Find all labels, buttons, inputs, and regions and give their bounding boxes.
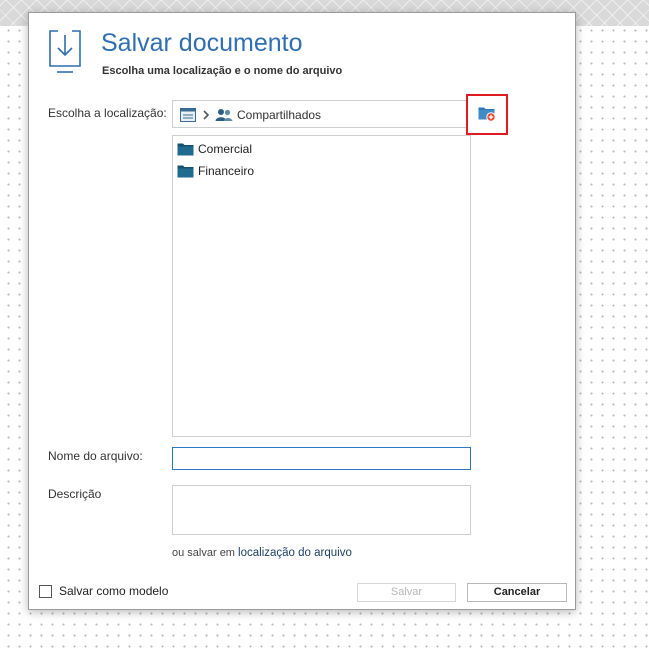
folder-list[interactable]: Comercial Financeiro (172, 135, 471, 437)
folder-item-comercial[interactable]: Comercial (176, 139, 461, 159)
download-tray-icon (49, 30, 81, 73)
location-breadcrumb: Compartilhados (172, 100, 469, 128)
chevron-right-icon (203, 110, 210, 120)
description-label: Descrição (48, 487, 102, 501)
dialog-subtitle: Escolha uma localização e o nome do arqu… (102, 65, 343, 77)
folder-item-label: Financeiro (198, 164, 255, 178)
folder-item-label: Comercial (198, 142, 253, 156)
new-folder-button[interactable] (466, 94, 508, 135)
filename-label: Nome do arquivo: (48, 449, 143, 463)
location-label: Escolha a localização: (48, 106, 167, 120)
folder-icon (177, 143, 194, 156)
folder-item-financeiro[interactable]: Financeiro (176, 161, 461, 181)
folder-icon (177, 165, 194, 178)
alt-save-text: ou salvar em localização do arquivo (172, 547, 352, 559)
save-as-template-label[interactable]: Salvar como modelo (59, 584, 168, 598)
alt-save-prefix: ou salvar em (172, 547, 235, 559)
computer-icon[interactable] (180, 108, 196, 122)
new-folder-icon (478, 107, 496, 122)
save-button[interactable]: Salvar (357, 583, 456, 602)
save-as-template-checkbox[interactable] (39, 585, 52, 598)
description-textarea[interactable] (172, 485, 471, 535)
shared-users-icon (215, 109, 233, 121)
filename-input[interactable] (172, 447, 471, 470)
save-document-dialog: Salvar documento Escolha uma localização… (28, 12, 576, 610)
cancel-button[interactable]: Cancelar (467, 583, 567, 602)
save-to-file-location-link[interactable]: localização do arquivo (238, 547, 352, 559)
dialog-title: Salvar documento (101, 29, 303, 57)
breadcrumb-current[interactable]: Compartilhados (237, 108, 321, 122)
